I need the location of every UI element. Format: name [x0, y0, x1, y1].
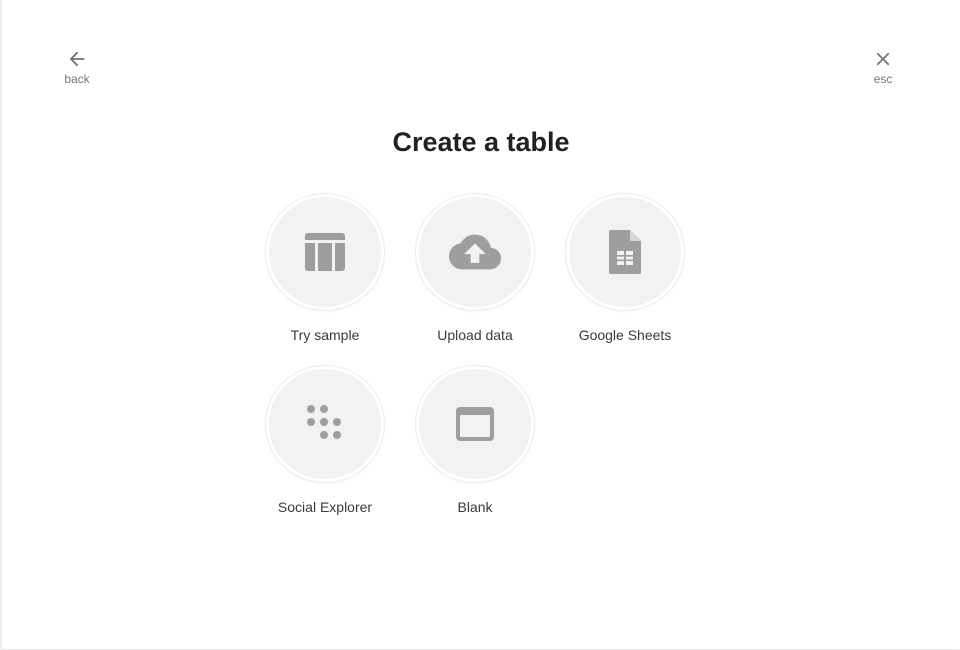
back-label: back: [64, 72, 90, 86]
google-sheets-icon: [609, 230, 641, 274]
back-button[interactable]: back: [47, 48, 107, 92]
create-table-dialog: back esc Create a table Try sample Uploa…: [2, 0, 960, 649]
option-label: Social Explorer: [277, 499, 373, 515]
option-google-sheets[interactable]: Google Sheets: [550, 194, 700, 344]
option-circle: [266, 366, 384, 482]
option-label: Google Sheets: [578, 327, 672, 343]
table-icon: [305, 233, 345, 271]
option-upload-data[interactable]: Upload data: [400, 194, 550, 344]
option-social-explorer[interactable]: Social Explorer: [250, 366, 400, 516]
page-title: Create a table: [392, 127, 570, 157]
cloud-upload-icon: [449, 226, 501, 278]
blank-window-icon: [456, 407, 494, 441]
option-blank[interactable]: Blank: [400, 366, 550, 516]
option-label: Blank: [457, 499, 493, 515]
close-button[interactable]: esc: [853, 48, 913, 92]
dots-grid-icon: [305, 404, 345, 444]
option-label: Try sample: [290, 327, 360, 343]
option-label: Upload data: [437, 327, 513, 343]
arrow-left-icon: [66, 48, 88, 70]
close-icon: [872, 48, 894, 70]
option-circle: [416, 366, 534, 482]
option-circle: [266, 194, 384, 310]
esc-label: esc: [873, 72, 893, 86]
option-circle: [566, 194, 684, 310]
option-circle: [416, 194, 534, 310]
option-try-sample[interactable]: Try sample: [250, 194, 400, 344]
